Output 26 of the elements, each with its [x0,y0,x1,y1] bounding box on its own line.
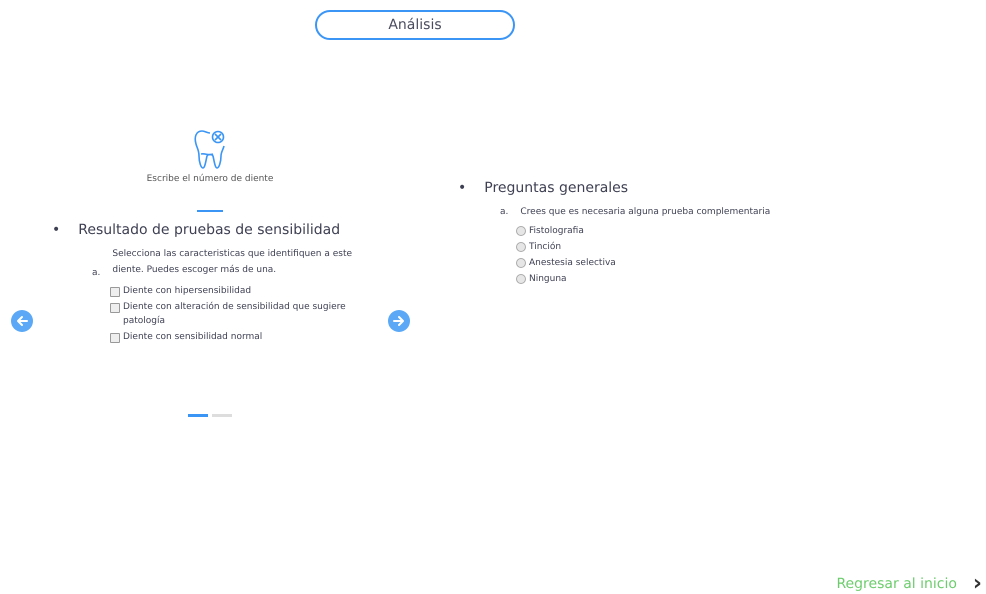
question-text: Crees que es necesaria alguna prueba complementaria [520,206,770,219]
radio-button[interactable] [516,242,526,252]
section-title: Resultado de pruebas de sensibilidad [78,222,340,238]
checkbox[interactable] [110,303,120,313]
radio-button[interactable] [516,258,526,268]
radio-label: Fistolografia [529,225,584,238]
checkbox-label: Diente con hipersensibilidad [123,285,252,298]
tooth-number-caption: Escribe el número de diente [146,174,274,184]
radio-button[interactable] [516,274,526,284]
checkbox-label: Diente con alteración de sensibilidad que sugiere patología [123,300,347,328]
question-text: Selecciona las caracteristicas que identifiquen a este diente. Puedes escoger más de una. [112,248,354,277]
checkbox[interactable] [110,287,120,297]
list-marker: a. [92,268,100,278]
bullet: • [458,180,466,196]
bullet: • [52,222,60,238]
list-marker: a. [500,207,508,217]
checkbox-label: Diente con sensibilidad normal [123,331,264,344]
radio-label: Anestesia selectiva [529,257,616,270]
radio-label: Ninguna [529,273,567,286]
section-title: Preguntas generales [484,180,628,196]
radio-button[interactable] [516,226,526,236]
radio-label: Tinción [529,240,562,254]
chevron-icon[interactable]: › [972,574,982,594]
checkbox[interactable] [110,333,120,343]
title-button[interactable]: Análisis [315,10,515,40]
tooth-icon [193,128,227,170]
